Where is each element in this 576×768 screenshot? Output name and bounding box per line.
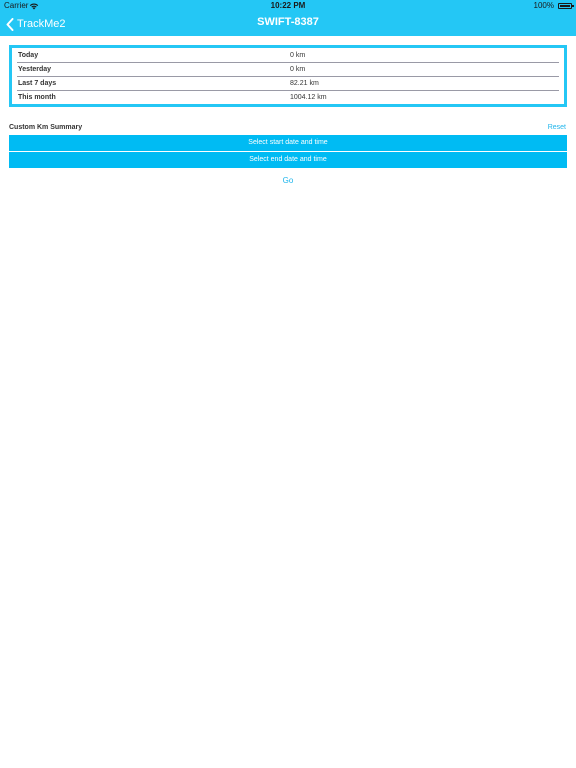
status-bar: Carrier 10:22 PM 100% <box>0 0 576 12</box>
summary-row-today: Today 0 km <box>17 50 559 63</box>
summary-value: 1004.12 km <box>290 94 327 101</box>
go-button[interactable]: Go <box>9 175 567 187</box>
summary-row-last-7-days: Last 7 days 82.21 km <box>17 78 559 91</box>
summary-value: 0 km <box>290 66 306 73</box>
battery-icon <box>558 3 574 9</box>
summary-row-yesterday: Yesterday 0 km <box>17 64 559 77</box>
summary-label: Last 7 days <box>18 80 57 87</box>
summary-label: Yesterday <box>18 66 52 73</box>
navigation-bar: TrackMe2 SWIFT-8387 <box>0 12 576 36</box>
summary-value: 82.21 km <box>290 80 319 87</box>
top-bar: Carrier 10:22 PM 100% TrackMe2 SWIFT-838… <box>0 0 576 36</box>
summary-label: Today <box>18 52 39 59</box>
select-end-datetime-button[interactable]: Select end date and time <box>9 152 567 168</box>
summary-value: 0 km <box>290 52 306 59</box>
status-time: 10:22 PM <box>270 1 306 10</box>
reset-button[interactable]: Reset <box>548 122 566 133</box>
summary-row-this-month: This month 1004.12 km <box>17 92 559 104</box>
page-title: SWIFT-8387 <box>257 16 319 28</box>
battery-percent: 100% <box>533 1 554 10</box>
km-summary-table: Today 0 km Yesterday 0 km Last 7 days 82… <box>9 45 567 107</box>
summary-label: This month <box>18 94 56 101</box>
select-start-datetime-button[interactable]: Select start date and time <box>9 135 567 151</box>
section-title: Custom Km Summary <box>9 124 83 131</box>
